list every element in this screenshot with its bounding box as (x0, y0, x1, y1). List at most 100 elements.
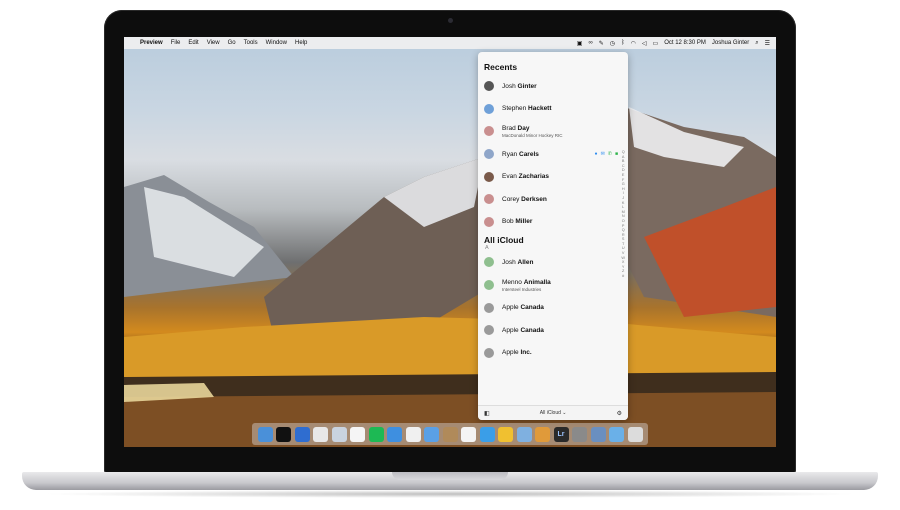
alphabet-letter[interactable]: P (621, 224, 625, 228)
gear-icon[interactable]: ⚙ (617, 410, 622, 417)
alphabet-letter[interactable]: D (621, 168, 625, 172)
contact-row[interactable]: Apple Inc. (478, 342, 628, 365)
contact-name: Apple Canada (502, 327, 544, 334)
menu-app-name[interactable]: Preview (140, 40, 163, 46)
alphabet-letter[interactable]: S (621, 237, 625, 241)
1password-icon[interactable] (294, 426, 310, 442)
sidebar-icon[interactable]: ◧ (484, 410, 490, 417)
battery-icon[interactable]: ▭ (653, 40, 659, 47)
phone-icon[interactable]: ✆ (608, 151, 612, 157)
pen-icon[interactable]: ✎ (599, 40, 604, 47)
mail-action-icon[interactable]: ✉ (601, 151, 605, 157)
spotify-icon[interactable] (368, 426, 384, 442)
alphabet-letter[interactable]: I (621, 191, 625, 195)
trash-icon[interactable] (627, 426, 643, 442)
menu-go[interactable]: Go (228, 40, 236, 46)
contact-name: Apple Canada (502, 304, 544, 311)
contacts-menu-icon[interactable]: ▣ (577, 40, 583, 47)
alphabet-letter[interactable]: A (621, 155, 625, 159)
alphabet-letter[interactable]: # (621, 274, 625, 278)
menu-window[interactable]: Window (266, 40, 287, 46)
contact-row[interactable]: Apple Canada (478, 319, 628, 342)
menu-tools[interactable]: Tools (244, 40, 258, 46)
alphabet-letter[interactable]: F (621, 178, 625, 182)
contact-row[interactable]: Apple Canada (478, 296, 628, 319)
alphabet-letter[interactable]: Q (621, 228, 625, 232)
alphabet-letter[interactable]: L (621, 205, 625, 209)
contact-row[interactable]: Brad Day MacDonald Minor Hockey RIC (478, 120, 628, 143)
contact-first-name: Stephen (502, 105, 527, 113)
group-selector[interactable]: All iCloud ⌄ (540, 410, 567, 416)
slack-icon[interactable] (461, 426, 476, 442)
alphabet-letter[interactable]: Q (621, 150, 625, 154)
contact-row[interactable]: Menno Animalla Intersteel Industries (478, 274, 628, 297)
bluetooth-icon[interactable]: ᛒ (621, 40, 625, 46)
alphabet-letter[interactable]: W (621, 256, 625, 260)
message-icon[interactable]: ● (595, 151, 598, 157)
clock-icon[interactable]: ◷ (610, 40, 615, 47)
alphabet-letter[interactable]: K (621, 201, 625, 205)
recents-title: Recents (484, 62, 518, 72)
alphabet-letter[interactable]: E (621, 173, 625, 177)
safari-icon[interactable] (387, 426, 402, 442)
menu-edit[interactable]: Edit (188, 40, 198, 46)
notification-center-icon[interactable]: ☰ (765, 40, 770, 47)
alphabet-letter[interactable]: Y (621, 265, 625, 269)
spotlight-icon[interactable]: ⌕ (755, 40, 758, 47)
alphabet-letter[interactable]: N (621, 214, 625, 218)
wifi-icon[interactable]: ◠ (631, 40, 636, 47)
lightroom-icon[interactable]: Lr (553, 426, 569, 442)
contacts-icon[interactable] (442, 426, 458, 442)
calendar-icon[interactable] (350, 426, 365, 442)
app-store-icon[interactable] (590, 426, 606, 442)
contact-row[interactable]: Evan Zacharias (478, 165, 628, 188)
menu-help[interactable]: Help (295, 40, 307, 46)
terminal-icon[interactable] (276, 426, 291, 442)
all-icloud-title: All iCloud (484, 235, 524, 246)
folder-icon[interactable] (609, 426, 624, 442)
link-icon[interactable]: ∞ (588, 40, 592, 46)
video-icon[interactable]: ■ (615, 151, 618, 157)
alphabet-letter[interactable]: H (621, 187, 625, 191)
books-icon[interactable] (535, 426, 550, 442)
alphabet-letter[interactable]: M (621, 210, 625, 214)
alphabet-letter[interactable]: C (621, 164, 625, 168)
contact-name: Josh Allen (502, 259, 533, 266)
quick-actions: ● ✉ ✆ ■ (595, 151, 618, 157)
system-preferences-icon[interactable] (572, 426, 587, 442)
alphabet-letter[interactable]: J (621, 196, 625, 200)
alphabet-index[interactable]: Q A B C D E F G H I J K L M N O P Q R S T U V W X Y Z # (621, 150, 625, 278)
clock-text[interactable]: Oct 12 8:30 PM (664, 40, 706, 46)
alphabet-letter[interactable]: G (621, 182, 625, 186)
alphabet-letter[interactable]: O (621, 219, 625, 223)
tweetbot-bird-icon[interactable] (424, 426, 439, 442)
day-one-icon[interactable] (479, 426, 495, 442)
menu-extras: ▣ ∞ ✎ ◷ ᛒ ◠ ◁ ▭ Oct 12 8:30 PM Joshua Gi… (571, 40, 770, 47)
contact-row[interactable]: Stephen Hackett (478, 98, 628, 121)
alphabet-letter[interactable]: B (621, 159, 625, 163)
alphabet-letter[interactable]: X (621, 260, 625, 264)
contact-last-name: Derksen (521, 195, 547, 203)
contact-row[interactable]: Corey Derksen (478, 188, 628, 211)
contact-row[interactable]: Josh Ginter (478, 75, 628, 98)
mail-icon[interactable] (331, 426, 347, 442)
alphabet-letter[interactable]: R (621, 233, 625, 237)
alphabet-letter[interactable]: Z (621, 269, 625, 273)
tweetbot-icon[interactable] (313, 426, 328, 442)
volume-icon[interactable]: ◁ (642, 40, 647, 47)
alphabet-letter[interactable]: U (621, 246, 625, 250)
alphabet-letter[interactable]: V (621, 251, 625, 255)
tes-icon[interactable] (498, 426, 513, 442)
menu-file[interactable]: File (171, 40, 181, 46)
contact-row[interactable]: Josh Allen (478, 251, 628, 274)
alphabet-letter[interactable]: T (621, 242, 625, 246)
finder-icon[interactable] (257, 426, 273, 442)
user-name[interactable]: Joshua Ginter (712, 40, 749, 46)
avatar (484, 325, 494, 336)
contact-row[interactable]: Bob Miller (478, 211, 628, 234)
menu-view[interactable]: View (207, 40, 220, 46)
laptop-notch (392, 472, 508, 480)
contact-row[interactable]: Ryan Carels ● ✉ ✆ ■ (478, 143, 628, 166)
preview-icon[interactable] (516, 426, 532, 442)
photos-icon[interactable] (405, 426, 421, 442)
